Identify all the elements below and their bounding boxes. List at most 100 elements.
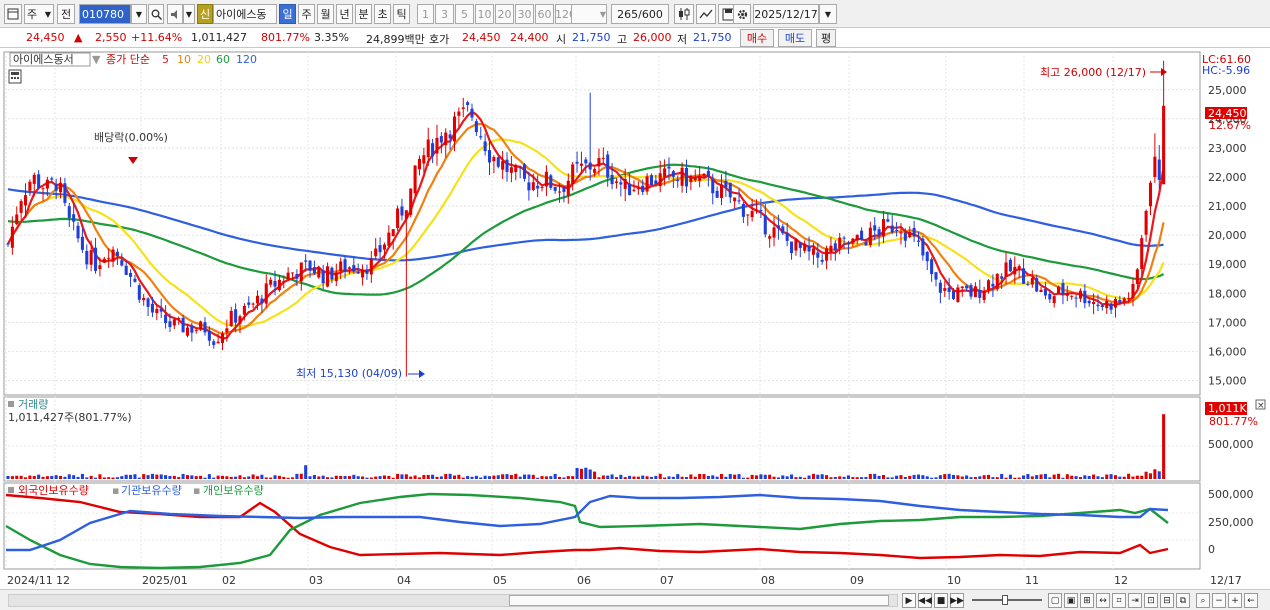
- period-button[interactable]: 월: [317, 4, 334, 24]
- volume-bar: [1030, 476, 1034, 479]
- fast-forward-icon: ▶▶: [950, 595, 964, 606]
- reset-button[interactable]: ←: [1244, 593, 1258, 608]
- candle-body: [54, 183, 58, 191]
- stock-chart[interactable]: 15,000 16,000 17,000 18,000 19,000 20,000 21,0…: [0, 50, 1270, 589]
- volume-bar: [216, 475, 220, 479]
- date-input[interactable]: 2025/12/17: [753, 4, 819, 24]
- stop-button[interactable]: ■: [934, 593, 948, 608]
- candle-body: [374, 248, 378, 257]
- candle-body: [50, 178, 54, 180]
- period-button[interactable]: 주: [298, 4, 315, 24]
- volume-bar: [317, 476, 321, 479]
- zoom-out-button[interactable]: −: [1212, 593, 1226, 608]
- volume-bar: [706, 475, 710, 479]
- scrollbar-thumb[interactable]: [509, 595, 889, 606]
- volume-bar: [628, 475, 632, 479]
- chart-option-button[interactable]: ⊟: [1160, 593, 1174, 608]
- period-button[interactable]: 초: [374, 4, 391, 24]
- volume-bar: [85, 477, 89, 479]
- candle-type-button[interactable]: [674, 4, 694, 24]
- volume-bar: [107, 477, 111, 479]
- chart-option-button[interactable]: ▣: [1064, 593, 1078, 608]
- buy-button[interactable]: 매수: [740, 29, 774, 47]
- candle-body: [680, 167, 684, 186]
- chart-option-button[interactable]: ⊡: [1144, 593, 1158, 608]
- candle-body: [921, 238, 925, 256]
- fast-forward-button[interactable]: ▶▶: [950, 593, 964, 608]
- chart-option-button[interactable]: ⌗: [1112, 593, 1126, 608]
- candle-body: [1157, 159, 1161, 180]
- interval-button[interactable]: 10: [475, 4, 494, 24]
- zoom-slider-thumb[interactable]: [1002, 595, 1008, 605]
- avg-button[interactable]: 평: [816, 29, 836, 47]
- interval-button[interactable]: 20: [495, 4, 514, 24]
- candle-body: [790, 241, 794, 254]
- compare-button[interactable]: [696, 4, 716, 24]
- calculator-icon[interactable]: [8, 69, 22, 84]
- candle-body: [1065, 292, 1069, 296]
- volume-bar: [1013, 477, 1017, 479]
- zoom-in-button[interactable]: +: [1228, 593, 1242, 608]
- candle-body: [1083, 290, 1087, 304]
- period-button[interactable]: 분: [355, 4, 372, 24]
- chart-option-button[interactable]: ▢: [1048, 593, 1062, 608]
- settings-button[interactable]: [733, 4, 751, 24]
- volume-bar: [671, 476, 675, 479]
- data-count-input[interactable]: 265/600: [611, 4, 669, 24]
- candle-body: [781, 226, 785, 234]
- candle-body: [505, 159, 509, 172]
- search-button[interactable]: [148, 4, 164, 24]
- chart-option-button[interactable]: ⇥: [1128, 593, 1142, 608]
- chart-option-button[interactable]: ⊞: [1080, 593, 1094, 608]
- volume-bar: [1061, 477, 1065, 479]
- period-button[interactable]: 일: [279, 4, 296, 24]
- chart-option-button[interactable]: ⧉: [1176, 593, 1190, 608]
- volume-bar: [374, 476, 378, 479]
- period-button[interactable]: 틱: [393, 4, 410, 24]
- candle-body: [207, 330, 211, 341]
- interval-button[interactable]: 3: [435, 4, 454, 24]
- sound-dropdown-button[interactable]: ▼: [183, 4, 195, 24]
- scroll-right-button[interactable]: ▶: [902, 593, 916, 608]
- interval-custom-select[interactable]: ▼: [571, 4, 607, 24]
- candle-body: [339, 261, 343, 272]
- candle-body: [527, 182, 531, 191]
- interval-button[interactable]: 30: [515, 4, 534, 24]
- zoom-search-button[interactable]: ⌕: [1196, 593, 1210, 608]
- candle-body: [216, 341, 220, 344]
- volume-bar: [356, 476, 360, 479]
- rewind-button[interactable]: ◀◀: [918, 593, 932, 608]
- stock-code-input[interactable]: 010780: [79, 4, 131, 24]
- prev-button[interactable]: 전: [57, 4, 75, 24]
- market-select[interactable]: 주 ▼: [24, 4, 54, 24]
- interval-button[interactable]: 60: [535, 4, 554, 24]
- candle-body: [754, 209, 759, 211]
- grid-icon: ⊞: [1083, 595, 1091, 606]
- candle-body: [947, 287, 951, 292]
- window-menu-icon[interactable]: [4, 4, 22, 24]
- code-dropdown-button[interactable]: ▼: [131, 4, 147, 24]
- volume-bar: [361, 476, 365, 479]
- chevron-down-icon: ▼: [44, 9, 51, 19]
- interval-button[interactable]: 1: [417, 4, 434, 24]
- interval-button[interactable]: 5: [455, 4, 474, 24]
- zoom-slider[interactable]: [972, 595, 1042, 605]
- data-count-value: 265: [617, 7, 639, 21]
- panel-menu-icon[interactable]: [8, 401, 14, 407]
- panel-menu-icon[interactable]: [8, 487, 14, 493]
- sound-button[interactable]: [167, 4, 183, 24]
- candle-body: [483, 141, 487, 152]
- volume-bar: [877, 475, 881, 479]
- candle-body: [746, 214, 750, 216]
- volume-current-tag-label: 1,011K: [1208, 402, 1247, 415]
- candle-body: [1061, 283, 1065, 295]
- calendar-button[interactable]: ▼: [819, 4, 837, 24]
- chart-scrollbar[interactable]: [8, 594, 898, 607]
- close-icon[interactable]: ×: [1257, 401, 1265, 411]
- period-button[interactable]: 년: [336, 4, 353, 24]
- chevron-down-icon[interactable]: ▼: [92, 53, 101, 66]
- chart-option-button[interactable]: ↔: [1096, 593, 1110, 608]
- candle-body: [540, 186, 544, 188]
- candle-body: [956, 287, 960, 303]
- sell-button[interactable]: 매도: [778, 29, 812, 47]
